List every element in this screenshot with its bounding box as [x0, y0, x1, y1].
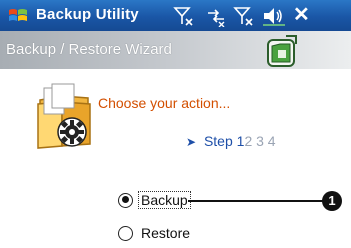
backup-radio[interactable] — [118, 192, 133, 208]
step-arrow-icon: ➤ — [186, 135, 197, 149]
restore-radio[interactable] — [118, 225, 133, 241]
step-label: Step — [203, 133, 233, 149]
restore-option[interactable]: Restore — [118, 223, 192, 243]
callout-number: 1 — [322, 191, 342, 211]
restore-label[interactable]: Restore — [139, 225, 192, 241]
remaining-steps: 2 3 4 — [244, 133, 276, 149]
windows-start-icon[interactable] — [8, 6, 28, 26]
wizard-header: Backup / Restore Wizard — [0, 31, 351, 69]
backup-wizard-icon — [37, 83, 91, 149]
wizard-title: Backup / Restore Wizard — [6, 41, 172, 58]
backup-option[interactable]: Backup — [118, 190, 191, 210]
backup-folder-icon — [267, 35, 297, 67]
signal-off-icon[interactable] — [233, 5, 255, 27]
app-title: Backup Utility — [36, 6, 139, 23]
step-indicator: ➤ Step 12 3 4 — [186, 133, 276, 149]
choose-action-prompt: Choose your action... — [98, 95, 231, 111]
callout-line — [188, 200, 323, 202]
connectivity-icon[interactable] — [205, 5, 227, 27]
signal-icon[interactable] — [173, 5, 195, 27]
volume-icon[interactable] — [262, 5, 286, 27]
backup-label[interactable]: Backup — [138, 191, 191, 209]
title-bar: Backup Utility ✕ — [0, 0, 351, 31]
close-icon[interactable]: ✕ — [293, 2, 310, 26]
